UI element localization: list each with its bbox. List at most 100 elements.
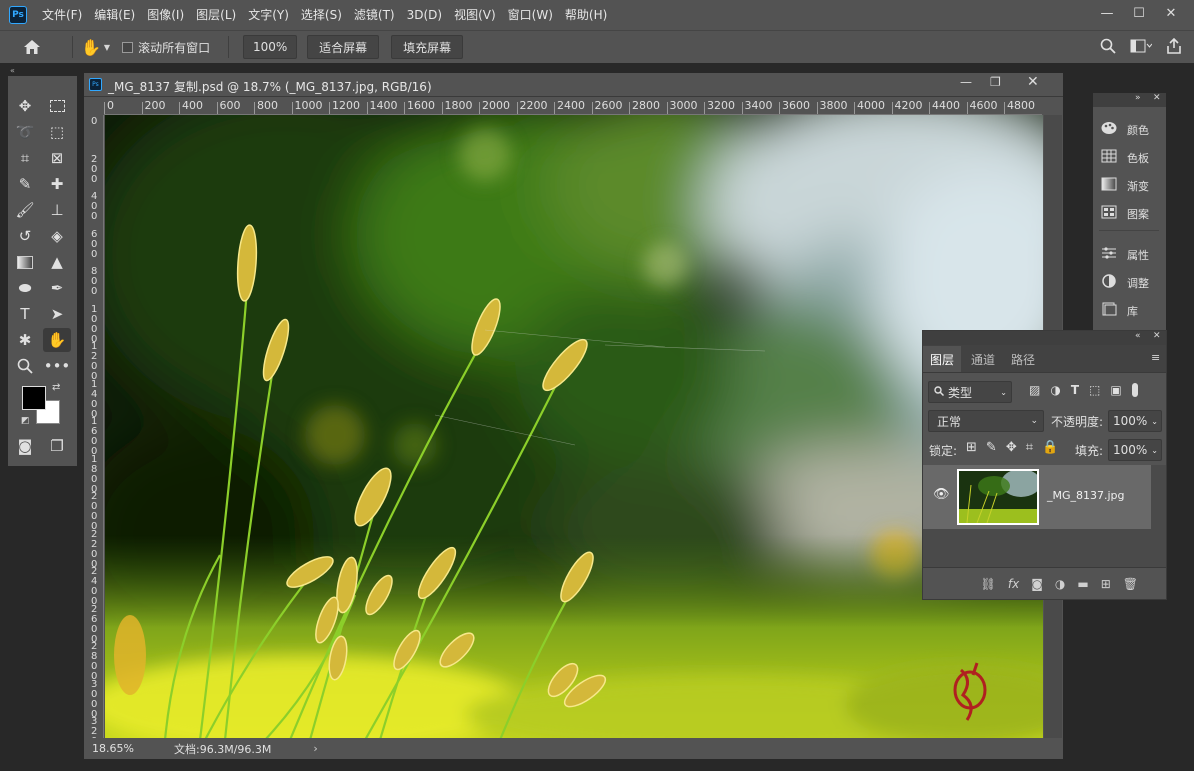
fill-screen-button[interactable]: 填充屏幕 [391, 35, 464, 59]
tab-channels[interactable]: 通道 [971, 346, 995, 372]
workspace-icon[interactable] [1130, 39, 1153, 56]
menu-item[interactable]: 帮助(H) [559, 0, 613, 30]
share-icon[interactable] [1166, 37, 1182, 57]
screen-mode-icon[interactable]: ❐ [43, 434, 71, 458]
panel-shortcut-pattern[interactable]: 图案 [1101, 205, 1149, 222]
ruler-horizontal[interactable]: 0 200 400 600 800 1000 1200 1400 1600 1800 2000 220… [104, 98, 1042, 115]
search-icon[interactable] [1100, 38, 1116, 57]
quick-mask-icon[interactable]: ◙ [11, 434, 39, 458]
layers-close-icon[interactable]: ✕ [1153, 331, 1161, 341]
marquee-tool-icon[interactable] [43, 94, 71, 118]
panel-shortcut-gradient[interactable]: 渐变 [1101, 177, 1149, 194]
lock-position-icon[interactable]: ✥ [1006, 440, 1017, 455]
visibility-eye-icon[interactable]: 👁 [933, 487, 950, 502]
panel-shortcut-palette[interactable]: 颜色 [1101, 121, 1149, 138]
menu-item[interactable]: 编辑(E) [88, 0, 141, 30]
panel-menu-icon[interactable]: ≡ [1151, 351, 1160, 364]
lock-transparency-icon[interactable]: ⊞ [966, 440, 977, 455]
filter-kind-select[interactable]: 类型 ⌄ [928, 381, 1012, 403]
panel-shortcut-properties[interactable]: 属性 [1101, 246, 1149, 263]
collapse-toolbar-icon[interactable]: « [10, 66, 15, 75]
fill-input[interactable]: 100% ⌄ [1108, 439, 1162, 461]
panel-shortcut-swatches[interactable]: 色板 [1101, 149, 1149, 166]
delete-layer-icon[interactable]: 🗑 [1123, 577, 1138, 591]
panel-shortcut-libraries[interactable]: 库 [1101, 302, 1138, 319]
blur-tool-icon[interactable]: ▲ [43, 250, 71, 274]
doc-minimize-icon[interactable]: — [960, 75, 972, 89]
zoom-tool-icon[interactable] [11, 354, 39, 378]
image-canvas[interactable] [105, 115, 1043, 740]
link-layers-icon[interactable]: ⛓ [981, 577, 996, 591]
filter-type-icon[interactable]: T [1071, 383, 1079, 397]
document-tab[interactable]: Ps _MG_8137 复制.psd @ 18.7% (_MG_8137.jpg… [84, 73, 1063, 97]
layers-collapse-icon[interactable]: « [1135, 331, 1141, 341]
menu-item[interactable]: 图层(L) [190, 0, 242, 30]
new-adjustment-layer-icon[interactable]: ◑ [1055, 577, 1065, 591]
lock-artboard-icon[interactable]: ⌗ [1026, 440, 1033, 455]
eraser-tool-icon[interactable]: ◈ [43, 224, 71, 248]
menu-item[interactable]: 3D(D) [401, 0, 448, 30]
menu-item[interactable]: 滤镜(T) [348, 0, 401, 30]
zoom-status[interactable]: 18.65% [92, 742, 136, 755]
clone-stamp-tool-icon[interactable]: ⊥ [43, 198, 71, 222]
maximize-icon[interactable]: ☐ [1124, 2, 1154, 24]
ruler-origin[interactable] [87, 98, 104, 115]
layer-style-icon[interactable]: fx [1008, 577, 1019, 591]
filter-adjustment-icon[interactable]: ◑ [1050, 383, 1060, 397]
lasso-tool-icon[interactable]: ➰ [11, 120, 39, 144]
swap-colors-icon[interactable]: ⇄ [52, 382, 60, 393]
default-colors-icon[interactable]: ◩ [21, 416, 30, 426]
menu-item[interactable]: 文件(F) [36, 0, 88, 30]
healing-brush-tool-icon[interactable]: ✚ [43, 172, 71, 196]
filter-toggle-icon[interactable] [1131, 383, 1138, 397]
type-tool-icon[interactable]: T [11, 302, 39, 326]
minimize-icon[interactable]: — [1092, 2, 1122, 24]
dock-close-icon[interactable]: ✕ [1153, 93, 1161, 103]
ruler-vertical[interactable]: 0 200 400 600 800 1000 1200 1400 1600 1800 2000 220… [87, 115, 104, 740]
zoom-field[interactable]: 100% [243, 35, 298, 59]
close-icon[interactable]: ✕ [1156, 2, 1186, 24]
filter-smart-object-icon[interactable]: ▣ [1110, 383, 1121, 397]
lock-image-icon[interactable]: ✎ [986, 440, 997, 455]
menu-item[interactable]: 视图(V) [448, 0, 502, 30]
shape-tool-icon[interactable]: ✱ [11, 328, 39, 352]
pen-tool-icon[interactable]: ✒ [43, 276, 71, 300]
menu-item[interactable]: 图像(I) [141, 0, 190, 30]
doc-close-icon[interactable]: ✕ [1027, 74, 1039, 90]
hand-tool-preset[interactable]: ✋ ▼ [81, 38, 110, 57]
crop-tool-icon[interactable]: ⌗ [11, 146, 39, 170]
move-tool-icon[interactable]: ✥ [11, 94, 39, 118]
ruler-tick-label: 3600 [782, 99, 810, 112]
tab-paths[interactable]: 路径 [1011, 346, 1035, 372]
menu-item[interactable]: 文字(Y) [242, 0, 295, 30]
new-group-icon[interactable]: ▬ [1077, 577, 1088, 591]
frame-tool-icon[interactable]: ⊠ [43, 146, 71, 170]
dock-expand-icon[interactable]: » [1135, 93, 1141, 103]
brush-tool-icon[interactable]: 🖌 [11, 198, 39, 222]
fit-screen-button[interactable]: 适合屏幕 [307, 35, 380, 59]
panel-shortcut-adjustments[interactable]: 调整 [1101, 274, 1149, 291]
path-selection-tool-icon[interactable]: ➤ [43, 302, 71, 326]
filter-shape-icon[interactable]: ⬚ [1089, 383, 1100, 397]
menu-item[interactable]: 选择(S) [295, 0, 348, 30]
new-layer-icon[interactable]: ⊞ [1101, 577, 1111, 591]
eyedropper-tool-icon[interactable]: ✎ [11, 172, 39, 196]
hand-tool-icon[interactable]: ✋ [43, 328, 71, 352]
tab-layers[interactable]: 图层 [923, 346, 961, 372]
home-icon[interactable] [0, 39, 64, 55]
history-brush-tool-icon[interactable]: ↺ [11, 224, 39, 248]
add-mask-icon[interactable]: ◙ [1031, 577, 1043, 591]
gradient-tool-icon[interactable] [11, 250, 39, 274]
status-expand-icon[interactable]: › [313, 742, 317, 755]
opacity-input[interactable]: 100% ⌄ [1108, 410, 1162, 432]
dodge-tool-icon[interactable]: ⬬ [11, 276, 39, 300]
blend-mode-select[interactable]: 正常 ⌄ [928, 410, 1044, 432]
object-select-tool-icon[interactable]: ⬚ [43, 120, 71, 144]
doc-restore-icon[interactable]: ❐ [990, 75, 1001, 89]
layer-row[interactable]: 👁 _MG_8137.jpg [923, 465, 1151, 529]
filter-pixel-icon[interactable]: ▨ [1029, 383, 1040, 397]
more-tools-icon[interactable]: ••• [43, 354, 71, 378]
scroll-all-checkbox[interactable] [122, 41, 134, 53]
lock-all-icon[interactable]: 🔒 [1042, 440, 1058, 455]
menu-item[interactable]: 窗口(W) [502, 0, 559, 30]
